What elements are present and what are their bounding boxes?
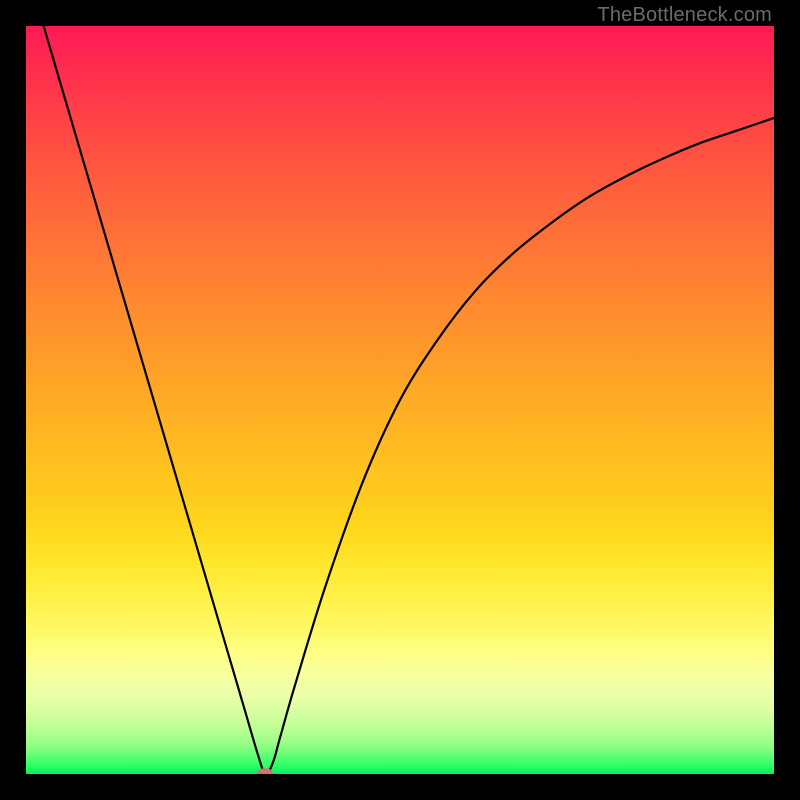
watermark-text: TheBottleneck.com [597, 4, 772, 27]
bottleneck-curve [26, 26, 774, 774]
optimum-marker [258, 768, 274, 774]
plot-area [26, 26, 774, 774]
chart-frame: TheBottleneck.com [0, 0, 800, 800]
